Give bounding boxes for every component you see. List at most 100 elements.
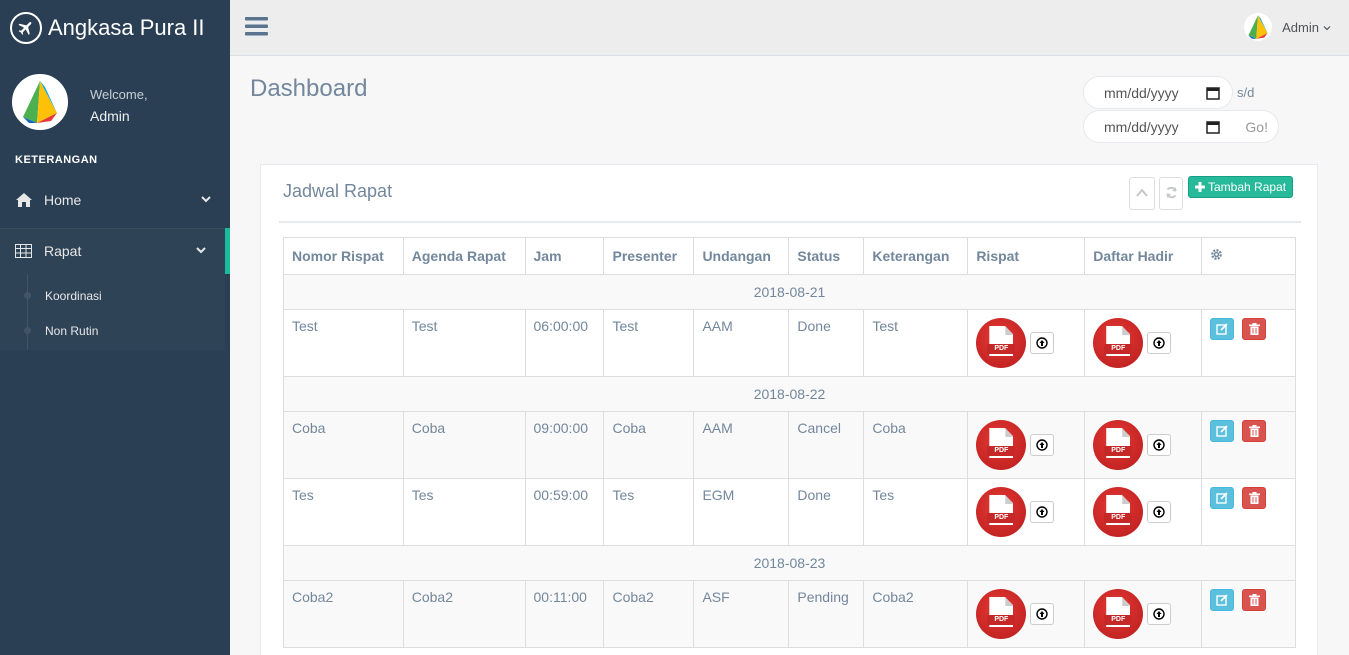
cell-keterangan: Test — [863, 309, 969, 377]
sidebar-item-rapat[interactable]: Rapat — [0, 228, 230, 274]
column-header[interactable]: Rispat — [967, 237, 1086, 275]
column-header[interactable]: Agenda Rapat — [402, 237, 526, 275]
cell-rispat: PDF — [967, 411, 1086, 479]
pdf-file-icon[interactable]: PDF — [976, 420, 1027, 470]
column-header[interactable]: Status — [788, 237, 865, 275]
column-header[interactable]: Nomor Rispat — [283, 237, 404, 275]
start-date-input[interactable]: mm/dd/yyyy — [1083, 76, 1233, 109]
upload-button[interactable] — [1147, 603, 1172, 625]
upload-button[interactable] — [1030, 603, 1055, 625]
pdf-cell: PDF — [1093, 487, 1193, 537]
cell-keterangan: Coba2 — [863, 580, 969, 648]
user-menu[interactable]: Admin — [1244, 13, 1331, 41]
cell-status: Cancel — [788, 411, 865, 479]
pdf-label: PDF — [987, 344, 1016, 354]
add-meeting-label: Tambah Rapat — [1208, 180, 1287, 194]
cell-daftar-hadir: PDF — [1084, 309, 1203, 377]
cell-rispat: PDF — [967, 309, 1086, 377]
pdf-file-icon[interactable]: PDF — [1093, 589, 1144, 639]
date-placeholder: mm/dd/yyyy — [1104, 84, 1179, 101]
sidebar-item-home[interactable]: Home — [0, 177, 230, 223]
pdf-cell: PDF — [976, 420, 1076, 470]
pdf-cell: PDF — [1093, 420, 1193, 470]
cell-rispat: PDF — [967, 478, 1086, 546]
add-meeting-button[interactable]: Tambah Rapat — [1188, 176, 1294, 198]
table-row: Coba2 Coba2 00:11:00 Coba2 ASF Pending Coba2 P… — [283, 580, 1296, 648]
delete-button[interactable] — [1242, 487, 1267, 509]
upload-button[interactable] — [1147, 332, 1172, 354]
cell-actions — [1201, 580, 1296, 648]
upload-icon — [1036, 506, 1049, 518]
upload-button[interactable] — [1030, 434, 1055, 456]
upload-button[interactable] — [1030, 501, 1055, 523]
cell-agenda-rapat: Coba2 — [402, 580, 526, 648]
upload-button[interactable] — [1030, 332, 1055, 354]
table-icon — [15, 244, 35, 258]
brand[interactable]: Angkasa Pura II — [0, 0, 230, 56]
column-header[interactable]: Jam — [524, 237, 605, 275]
pdf-file-icon[interactable]: PDF — [1093, 420, 1144, 470]
pdf-label: PDF — [1104, 615, 1133, 625]
column-header[interactable]: Undangan — [693, 237, 790, 275]
cell-jam: 00:11:00 — [524, 580, 605, 648]
pdf-label: PDF — [987, 513, 1016, 523]
upload-icon — [1153, 506, 1165, 518]
pdf-file-icon[interactable]: PDF — [1093, 487, 1144, 537]
upload-button[interactable] — [1147, 501, 1172, 523]
cell-nomor-rispat: Tes — [283, 478, 404, 546]
pdf-file-icon[interactable]: PDF — [976, 589, 1027, 639]
cell-actions — [1201, 411, 1296, 479]
chevron-up-icon — [1136, 186, 1148, 201]
go-button[interactable]: Go! — [1245, 119, 1268, 135]
pdf-cell: PDF — [1093, 589, 1193, 639]
chevron-down-icon — [1323, 20, 1331, 35]
submenu-item-koordinasi[interactable]: Koordinasi — [45, 289, 102, 303]
date-group-label: 2018-08-23 — [283, 545, 1296, 581]
pdf-file-icon[interactable]: PDF — [976, 318, 1027, 368]
date-group-label: 2018-08-22 — [283, 376, 1296, 412]
cell-presenter: Tes — [603, 478, 695, 546]
date-placeholder: mm/dd/yyyy — [1104, 118, 1179, 135]
sd-label: s/d — [1237, 85, 1255, 100]
calendar-icon[interactable] — [1206, 120, 1220, 137]
menu-toggle-icon[interactable] — [245, 16, 268, 39]
upload-icon — [1036, 337, 1049, 349]
welcome-text: Welcome, — [90, 87, 148, 102]
plus-icon — [1195, 182, 1205, 192]
column-header[interactable]: Presenter — [603, 237, 695, 275]
edit-button[interactable] — [1210, 318, 1235, 340]
edit-button[interactable] — [1210, 487, 1235, 509]
end-date-input[interactable]: mm/dd/yyyy Go! — [1083, 110, 1279, 143]
edit-button[interactable] — [1210, 589, 1235, 611]
cell-presenter: Coba2 — [603, 580, 695, 648]
column-header-settings — [1201, 237, 1296, 275]
upload-icon — [1036, 439, 1049, 451]
cell-keterangan: Tes — [863, 478, 969, 546]
column-header[interactable]: Daftar Hadir — [1084, 237, 1203, 275]
submenu-dot — [24, 292, 31, 299]
column-header[interactable]: Keterangan — [863, 237, 969, 275]
cell-jam: 00:59:00 — [524, 478, 605, 546]
chevron-down-icon — [200, 192, 212, 208]
pdf-file-icon[interactable]: PDF — [1093, 318, 1144, 368]
edit-icon — [1216, 594, 1228, 606]
panel-title: Jadwal Rapat — [283, 181, 393, 201]
upload-button[interactable] — [1147, 434, 1172, 456]
delete-button[interactable] — [1242, 318, 1267, 340]
date-group-row: 2018-08-23 — [283, 545, 1296, 581]
cell-undangan: AAM — [693, 411, 790, 479]
calendar-icon[interactable] — [1206, 86, 1220, 103]
collapse-button[interactable] — [1129, 177, 1155, 210]
delete-button[interactable] — [1242, 589, 1267, 611]
delete-button[interactable] — [1242, 420, 1267, 442]
submenu-item-non-rutin[interactable]: Non Rutin — [45, 324, 98, 338]
edit-icon — [1216, 425, 1228, 437]
gear-icon — [1210, 248, 1223, 264]
edit-button[interactable] — [1210, 420, 1235, 442]
cell-undangan: EGM — [693, 478, 790, 546]
cell-presenter: Coba — [603, 411, 695, 479]
pdf-cell: PDF — [976, 318, 1076, 368]
pdf-file-icon[interactable]: PDF — [976, 487, 1027, 537]
refresh-button[interactable] — [1159, 177, 1183, 210]
cell-nomor-rispat: Test — [283, 309, 404, 377]
